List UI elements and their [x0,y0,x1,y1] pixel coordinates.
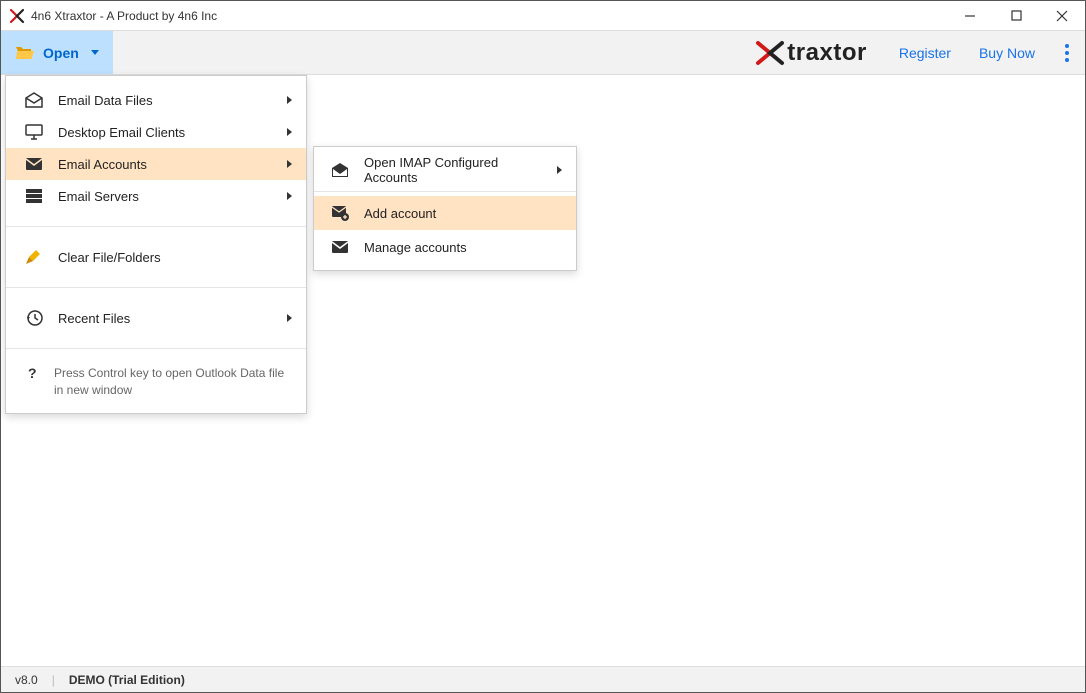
submenu-item-add-account[interactable]: Add account [314,196,576,230]
mail-add-icon [330,203,350,223]
menu-item-recent-files[interactable]: Recent Files [6,302,306,334]
chevron-right-icon [557,166,562,174]
mail-open-icon [24,90,44,110]
menu-item-clear-file-folders[interactable]: Clear File/Folders [6,241,306,273]
app-icon [9,8,25,24]
desktop-icon [24,122,44,142]
email-accounts-submenu: Open IMAP Configured Accounts Add accoun… [313,146,577,271]
maximize-button[interactable] [993,1,1039,31]
menu-item-email-accounts[interactable]: Email Accounts [6,148,306,180]
submenu-item-manage-accounts[interactable]: Manage accounts [314,230,576,264]
main-area: Email Data Files Desktop Email Clients E… [1,75,1085,666]
divider: | [52,673,55,687]
server-icon [24,186,44,206]
menu-tip-text: Press Control key to open Outlook Data f… [54,365,292,399]
history-icon [24,308,44,328]
edition-label: DEMO (Trial Edition) [69,673,185,687]
question-icon: ? [24,365,40,381]
menu-item-email-data-files[interactable]: Email Data Files [6,84,306,116]
minimize-button[interactable] [947,1,993,31]
toolbar: Open traxtor Register Buy Now [1,31,1085,75]
chevron-right-icon [287,160,292,168]
more-menu-button[interactable] [1049,31,1085,74]
menu-item-label: Desktop Email Clients [58,125,273,140]
chevron-right-icon [287,192,292,200]
folder-open-icon [15,44,35,62]
mail-icon [24,154,44,174]
broom-icon [24,247,44,267]
open-button[interactable]: Open [1,31,113,74]
chevron-right-icon [287,128,292,136]
menu-item-label: Email Data Files [58,93,273,108]
open-menu: Email Data Files Desktop Email Clients E… [5,75,307,414]
submenu-item-label: Add account [364,206,562,221]
register-link[interactable]: Register [885,31,965,74]
brand-name: traxtor [787,39,867,67]
open-button-label: Open [43,45,79,61]
version-label: v8.0 [15,673,38,687]
menu-item-label: Clear File/Folders [58,250,292,265]
caret-down-icon [91,50,99,55]
chevron-right-icon [287,314,292,322]
close-button[interactable] [1039,1,1085,31]
window-controls [947,1,1085,31]
window-title: 4n6 Xtraxtor - A Product by 4n6 Inc [31,9,217,23]
menu-item-email-servers[interactable]: Email Servers [6,180,306,212]
statusbar: v8.0 | DEMO (Trial Edition) [1,666,1085,692]
mail-icon [330,237,350,257]
menu-item-desktop-email-clients[interactable]: Desktop Email Clients [6,116,306,148]
menu-item-label: Recent Files [58,311,273,326]
submenu-item-open-imap[interactable]: Open IMAP Configured Accounts [314,153,576,187]
menu-tip: ? Press Control key to open Outlook Data… [6,355,306,413]
brand-logo: traxtor [737,31,885,74]
titlebar: 4n6 Xtraxtor - A Product by 4n6 Inc [1,1,1085,31]
menu-item-label: Email Servers [58,189,273,204]
svg-text:?: ? [28,365,37,381]
submenu-item-label: Open IMAP Configured Accounts [364,155,543,185]
buy-now-link[interactable]: Buy Now [965,31,1049,74]
mail-open-icon [330,160,350,180]
submenu-item-label: Manage accounts [364,240,562,255]
chevron-right-icon [287,96,292,104]
menu-item-label: Email Accounts [58,157,273,172]
